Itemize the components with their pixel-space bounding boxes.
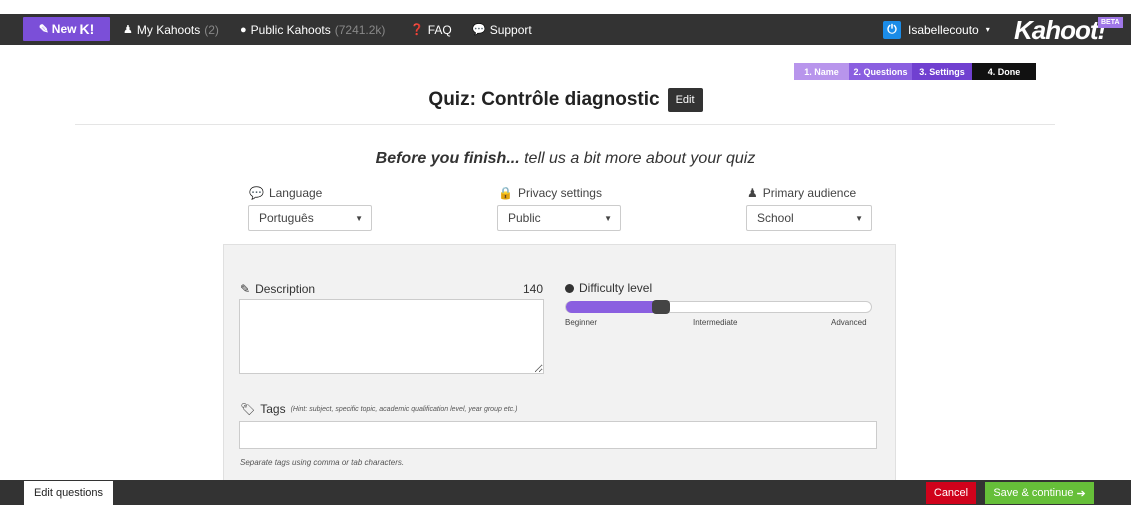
faq-link[interactable]: ❓ FAQ [410, 14, 452, 45]
audience-label: Primary audience [762, 186, 857, 200]
chevron-down-icon: ▾ [985, 25, 990, 34]
description-textarea[interactable] [239, 299, 544, 374]
faq-label: FAQ [427, 22, 452, 37]
save-continue-button[interactable]: Save & continue ➔ [985, 482, 1094, 504]
page-title: Quiz: Contrôle diagnostic [428, 89, 660, 110]
new-kahoot-mark: K! [79, 21, 95, 37]
description-char-count: 140 [523, 282, 544, 296]
chat-icon: 💬 [472, 24, 486, 36]
public-kahoots-label: Public Kahoots [250, 22, 331, 37]
step-settings[interactable]: 3. Settings [912, 63, 972, 80]
new-kahoot-label: New [51, 22, 77, 36]
language-select[interactable]: Português ▼ [248, 205, 372, 231]
save-continue-label: Save & continue [993, 487, 1074, 499]
audience-value: School [757, 211, 794, 225]
cancel-button[interactable]: Cancel [926, 482, 976, 504]
privacy-value: Public [508, 211, 541, 225]
tags-icon: 🏷 [240, 402, 256, 416]
tags-label-group: 🏷 Tags (Hint: subject, specific topic, a… [240, 402, 517, 416]
user-icon: ♟ [747, 186, 758, 200]
audience-select[interactable]: School ▼ [746, 205, 872, 231]
progress-steps: 1. Name 2. Questions 3. Settings 4. Done [794, 63, 1036, 80]
difficulty-label-group: Difficulty level [565, 281, 652, 295]
new-kahoot-button[interactable]: ✎ New K! [23, 17, 110, 41]
difficulty-tick-intermediate: Intermediate [693, 318, 738, 327]
question-icon: ❓ [410, 24, 424, 36]
description-label: Description [255, 282, 316, 296]
circle-icon [565, 283, 574, 293]
kahoot-logo[interactable]: Kahoot! [1014, 15, 1106, 45]
my-kahoots-link[interactable]: ♟ My Kahoots (2) [123, 14, 219, 45]
user-icon: ♟ [123, 24, 133, 36]
support-label: Support [489, 22, 532, 37]
edit-icon: ✎ [38, 22, 49, 36]
privacy-select[interactable]: Public ▼ [497, 205, 621, 231]
difficulty-slider-fill [566, 301, 661, 313]
difficulty-slider-handle[interactable] [652, 300, 670, 314]
language-label-group: 💬 Language [249, 186, 322, 200]
chevron-down-icon: ▼ [855, 214, 863, 223]
lock-icon: 🔒 [498, 186, 513, 200]
pencil-icon: ✎ [240, 282, 251, 296]
tags-input[interactable] [239, 421, 877, 449]
section-subtitle: Before you finish... tell us a bit more … [0, 150, 1131, 168]
chevron-down-icon: ▼ [355, 214, 363, 223]
edit-questions-button[interactable]: Edit questions [24, 481, 113, 505]
difficulty-tick-advanced: Advanced [831, 318, 867, 327]
my-kahoots-count: (2) [204, 22, 219, 37]
username: Isabellecouto [908, 22, 979, 37]
audience-label-group: ♟ Primary audience [747, 186, 856, 200]
my-kahoots-label: My Kahoots [136, 22, 201, 37]
support-link[interactable]: 💬 Support [472, 14, 532, 45]
difficulty-slider[interactable] [565, 300, 872, 314]
quiz-title-row: Quiz: Contrôle diagnostic Edit [0, 88, 1131, 112]
step-questions[interactable]: 2. Questions [849, 63, 912, 80]
difficulty-tick-beginner: Beginner [565, 318, 598, 327]
user-menu[interactable]: ⏻ Isabellecouto ▾ [883, 14, 990, 45]
public-kahoots-count: (7241.2k) [334, 22, 386, 37]
power-icon: ⏻ [883, 20, 901, 39]
privacy-label: Privacy settings [517, 186, 602, 200]
speech-bubble-icon: 💬 [249, 186, 264, 200]
globe-icon: ● [240, 23, 247, 36]
subtitle-bold: Before you finish... [375, 150, 520, 167]
divider [75, 124, 1055, 125]
top-navbar: ✎ New K! ♟ My Kahoots (2) ● Public Kahoo… [0, 0, 1131, 45]
tags-help-text: Separate tags using comma or tab charact… [240, 458, 405, 467]
chevron-down-icon: ▼ [604, 214, 612, 223]
step-done[interactable]: 4. Done [972, 63, 1036, 80]
beta-badge: BETA [1098, 17, 1123, 28]
tags-hint: (Hint: subject, specific topic, academic… [290, 405, 518, 413]
tags-label: Tags [260, 402, 286, 416]
edit-title-button[interactable]: Edit [667, 88, 703, 112]
public-kahoots-link[interactable]: ● Public Kahoots (7241.2k) [240, 14, 385, 45]
kahoot-quiz-settings-screen: ✎ New K! ♟ My Kahoots (2) ● Public Kahoo… [0, 0, 1131, 505]
arrow-right-icon: ➔ [1076, 487, 1086, 500]
privacy-label-group: 🔒 Privacy settings [498, 186, 602, 200]
description-label-group: ✎ Description [240, 282, 315, 296]
difficulty-label: Difficulty level [579, 281, 653, 295]
language-value: Português [259, 211, 314, 225]
subtitle-rest: tell us a bit more about your quiz [519, 150, 756, 167]
language-label: Language [268, 186, 323, 200]
step-name[interactable]: 1. Name [794, 63, 849, 80]
